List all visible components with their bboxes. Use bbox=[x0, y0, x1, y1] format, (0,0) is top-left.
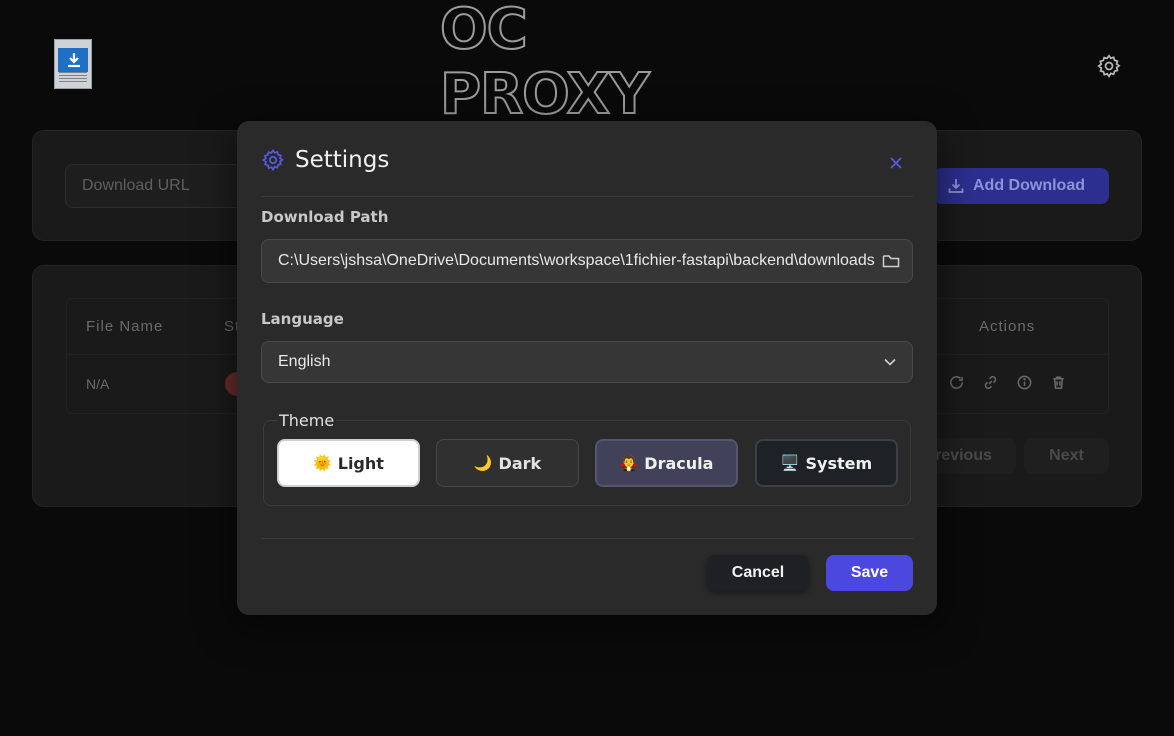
theme-light-label: Light bbox=[337, 453, 384, 473]
save-button[interactable]: Save bbox=[826, 555, 913, 591]
header-divider bbox=[261, 196, 913, 197]
table-cell-file-name: N/A bbox=[86, 376, 110, 392]
info-icon[interactable] bbox=[1016, 374, 1033, 391]
chevron-down-icon bbox=[884, 358, 896, 366]
theme-dark-label: Dark bbox=[498, 453, 542, 473]
moon-icon: 🌙 bbox=[473, 453, 493, 472]
sun-icon: 🌞 bbox=[313, 453, 332, 472]
download-path-label: Download Path bbox=[261, 208, 389, 226]
download-url-input[interactable]: Download URL bbox=[65, 164, 255, 208]
add-download-button[interactable]: Add Download bbox=[933, 168, 1109, 204]
cancel-button[interactable]: Cancel bbox=[707, 555, 809, 591]
modal-title: Settings bbox=[295, 147, 390, 173]
settings-gear-icon[interactable] bbox=[1096, 53, 1122, 79]
app-logo-icon bbox=[54, 39, 92, 89]
footer-divider bbox=[261, 538, 913, 539]
theme-light-button[interactable]: 🌞 Light bbox=[277, 439, 420, 487]
theme-system-label: System bbox=[805, 453, 873, 473]
row-actions bbox=[948, 374, 1067, 391]
theme-label: Theme bbox=[277, 411, 337, 430]
trash-icon[interactable] bbox=[1050, 374, 1067, 391]
theme-dracula-label: Dracula bbox=[644, 453, 714, 473]
next-page-button[interactable]: Next bbox=[1024, 438, 1109, 474]
language-label: Language bbox=[261, 310, 344, 328]
download-icon bbox=[948, 179, 964, 193]
download-arrow-icon bbox=[68, 53, 80, 68]
column-header-file-name: File Name bbox=[86, 318, 164, 335]
vampire-icon: 🧛 bbox=[619, 453, 639, 472]
download-path-input[interactable]: C:\Users\jshsa\OneDrive\Documents\worksp… bbox=[261, 239, 913, 283]
settings-gear-icon bbox=[262, 149, 284, 172]
close-icon[interactable] bbox=[888, 155, 904, 171]
theme-dracula-button[interactable]: 🧛 Dracula bbox=[595, 439, 738, 487]
folder-icon[interactable] bbox=[881, 251, 901, 271]
modal-header: Settings bbox=[261, 147, 389, 173]
brand-title: OC PROXY bbox=[439, 0, 651, 128]
add-download-label: Add Download bbox=[973, 177, 1085, 194]
theme-system-button[interactable]: 🖥️ System bbox=[755, 439, 898, 487]
refresh-icon[interactable] bbox=[948, 374, 965, 391]
column-header-actions: Actions bbox=[979, 318, 1036, 335]
link-icon[interactable] bbox=[982, 374, 999, 391]
theme-dark-button[interactable]: 🌙 Dark bbox=[436, 439, 579, 487]
settings-modal: Settings Download Path C:\Users\jshsa\On… bbox=[237, 121, 937, 615]
monitor-icon: 🖥️ bbox=[780, 453, 800, 472]
language-select[interactable]: English bbox=[261, 341, 913, 383]
